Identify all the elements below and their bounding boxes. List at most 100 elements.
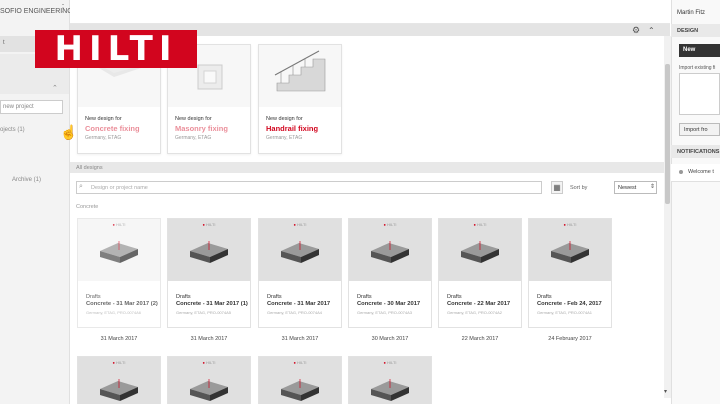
design-name: Concrete - 31 Mar 2017 [267,301,331,307]
all-designs-header: All designs [70,162,664,173]
grid-view-button[interactable]: ▦ [551,181,563,194]
scrollbar-thumb[interactable] [665,64,670,204]
design-tile[interactable]: ● HILTI [348,356,432,404]
chevron-up-icon[interactable]: ⌃ [52,84,58,92]
design-tile[interactable]: ● HILTI [167,356,251,404]
tile-brand: ● HILTI [202,222,216,227]
concrete-slab-icon [100,241,138,263]
new-design-sub: New design for [85,116,122,122]
design-name: Concrete - 31 Mar 2017 (2) [86,301,158,307]
tile-brand: ● HILTI [293,222,307,227]
tile-brand: ● HILTI [473,222,487,227]
design-tile[interactable]: ● HILTI [258,356,342,404]
design-thumbnail: ● HILTI [168,357,250,404]
hilti-logo: HILTI [35,30,197,68]
caret-down-icon: ⇕ [650,184,656,190]
search-input[interactable]: Design or project name [76,181,542,194]
tile-brand: ● HILTI [112,222,126,227]
new-design-handrail-card[interactable]: New design for Handrail fixing Germany, … [258,44,342,154]
notification-text: Welcome t [688,169,714,175]
design-thumbnail: ● HILTI [259,219,341,281]
tile-brand: ● HILTI [383,360,397,365]
design-meta: Germany, ETAG, PRO-0074A5 [176,310,231,315]
search-icon: ⌕ [79,183,83,190]
design-date: 31 March 2017 [281,336,319,342]
design-name: Concrete - 31 Mar 2017 (1) [176,301,248,307]
design-meta: Germany, ETAG, PRO-0074A6 [86,310,141,315]
design-meta: Germany, ETAG, PRO-0074A1 [537,310,592,315]
sidebar-item-archive[interactable]: Archive (1) [12,177,41,183]
design-state: Drafts [86,294,101,300]
concrete-slab-icon [281,241,319,263]
design-state: Drafts [447,294,462,300]
cursor-icon: ☝ [60,124,78,140]
design-tile[interactable]: ● HILTI Drafts Concrete - 31 Mar 2017 (2) G… [77,218,161,328]
scroll-down-icon[interactable]: ▾ [664,388,667,395]
collapse-chevron-icon[interactable]: ⌃ [648,26,655,35]
design-thumbnail: ● HILTI [78,357,160,404]
concrete-slab-icon [461,241,499,263]
design-state: Drafts [537,294,552,300]
concrete-slab-icon [371,241,409,263]
sort-label: Sort by [570,185,588,191]
user-name[interactable]: Martin Fitz [677,10,705,16]
design-tile[interactable]: ● HILTI Drafts Concrete - Feb 24, 2017 Germ… [528,218,612,328]
import-drop-area[interactable] [679,73,720,115]
concrete-slab-icon [190,241,228,263]
design-tile[interactable]: ● HILTI Drafts Concrete - 30 Mar 2017 Germa… [348,218,432,328]
grid-view-icon: ▦ [553,183,561,192]
design-thumbnail: ● HILTI [529,219,611,281]
new-project-input[interactable]: new project [0,100,63,114]
design-date: 31 March 2017 [190,336,228,342]
concrete-slab-icon [100,379,138,401]
new-design-sub: New design for [175,116,212,122]
design-thumbnail: ● HILTI [349,219,431,281]
design-date: 24 February 2017 [548,336,592,342]
design-date: 31 March 2017 [100,336,138,342]
design-state: Drafts [176,294,191,300]
design-state: Drafts [357,294,372,300]
handrail-illustration [259,45,341,107]
notifications-heading: NOTIFICATIONS [671,145,720,158]
design-tile[interactable]: ● HILTI [77,356,161,404]
design-name: Concrete - Feb 24, 2017 [537,301,602,307]
concrete-slab-icon [190,379,228,401]
sidebar-item-projects[interactable]: ojects (1) [0,127,25,133]
design-thumbnail: ● HILTI [439,219,521,281]
right-panel [671,0,720,404]
notification-item[interactable]: Welcome t [671,164,720,182]
design-date: 30 March 2017 [371,336,409,342]
new-design-title: Concrete fixing [85,124,140,133]
tile-brand: ● HILTI [383,222,397,227]
group-label: Concrete [76,204,99,210]
concrete-slab-icon [551,241,589,263]
tile-brand: ● HILTI [563,222,577,227]
design-meta: Germany, ETAG, PRO-0074A2 [447,310,502,315]
more-vert-icon[interactable]: ⋮ [58,4,68,14]
design-meta: Germany, ETAG, PRO-0074A4 [267,310,322,315]
design-thumbnail: ● HILTI [168,219,250,281]
import-button[interactable]: Import fro [679,123,720,136]
design-tile[interactable]: ● HILTI Drafts Concrete - 31 Mar 2017 (1) G… [167,218,251,328]
design-tile[interactable]: ● HILTI Drafts Concrete - 31 Mar 2017 Germa… [258,218,342,328]
tile-brand: ● HILTI [202,360,216,365]
gear-icon[interactable]: ⚙ [632,26,640,35]
top-bar [70,0,670,24]
design-tile[interactable]: ● HILTI Drafts Concrete - 22 Mar 2017 Germa… [438,218,522,328]
design-meta: Germany, ETAG, PRO-0074A3 [357,310,412,315]
app-window: SOFIO ENGINEERING ⋮ t ⌃ new project ojec… [0,0,720,404]
design-date: 22 March 2017 [461,336,499,342]
design-name: Concrete - 30 Mar 2017 [357,301,421,307]
new-design-meta: Germany, ETAG [175,135,212,141]
concrete-slab-icon [281,379,319,401]
notification-dot-icon [679,170,683,174]
tile-brand: ● HILTI [293,360,307,365]
new-design-title: Masonry fixing [175,124,228,133]
tile-brand: ● HILTI [112,360,126,365]
design-thumbnail: ● HILTI [259,357,341,404]
new-design-meta: Germany, ETAG [85,135,122,141]
new-design-meta: Germany, ETAG [266,135,303,141]
concrete-slab-icon [371,379,409,401]
new-design-button[interactable]: New [679,44,720,57]
design-section-heading: DESIGN [671,24,720,37]
